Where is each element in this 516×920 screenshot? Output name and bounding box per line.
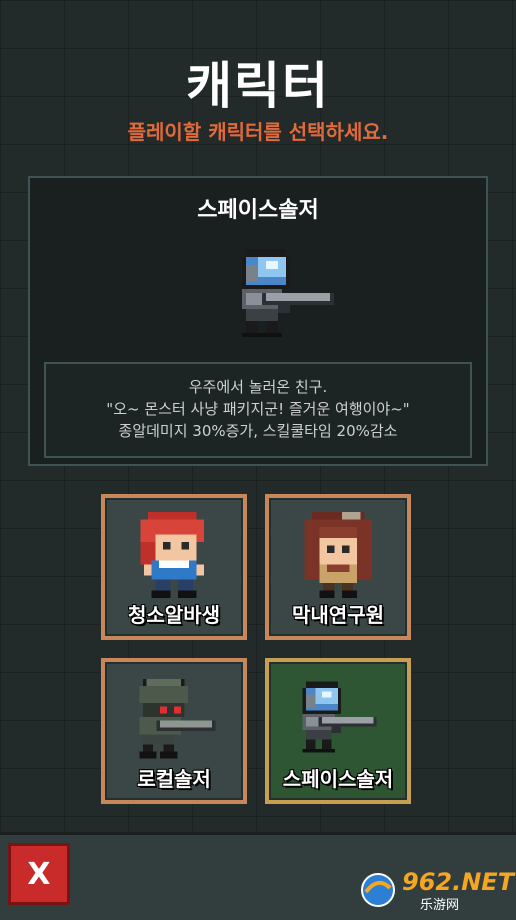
character-card-space-soldier[interactable]: 스페이스솔저 [265, 658, 411, 804]
character-detail-panel: 스페이스솔저 우주에서 놀러온 친구. "오~ 몬스터 사냥 패키지군! 즐거운… [28, 176, 488, 466]
character-card-label: 청소알바생 [128, 603, 220, 627]
character-card-label: 스페이스솔저 [282, 767, 394, 791]
space-soldier-preview-sprite [242, 249, 334, 337]
description-line: "오~ 몬스터 사냥 패키지군! 즐거운 여행이야~" [106, 400, 410, 418]
detail-character-name: 스페이스솔저 [197, 198, 319, 223]
description-line: 우주에서 놀러온 친구. [188, 378, 328, 396]
character-card-label: 막내연구원 [292, 603, 384, 627]
helmet-soldier-sprite [139, 678, 216, 759]
description-line: 종알데미지 30%증가, 스킬쿨타임 20%감소 [118, 422, 398, 440]
watermark-globe-icon [361, 873, 395, 907]
character-card-junior-researcher[interactable]: 막내연구원 [265, 494, 411, 640]
character-card-local-soldier[interactable]: 로컬솔저 [101, 658, 247, 804]
character-card-cleaning-parttimer[interactable]: 청소알바생 [101, 494, 247, 640]
close-icon: X [27, 856, 51, 892]
goggles-researcher-sprite [304, 511, 372, 598]
character-description-box: 우주에서 놀러온 친구. "오~ 몬스터 사냥 패키지군! 즐거운 여행이야~"… [44, 362, 472, 458]
watermark-subtitle: 乐游网 [420, 898, 460, 913]
page-title: 캐릭터 [186, 57, 330, 115]
close-button[interactable]: X [8, 843, 70, 905]
space-soldier-sprite [302, 681, 377, 753]
page-subtitle: 플레이할 캐릭터를 선택하세요. [127, 120, 389, 144]
watermark-brand: 962.NET [402, 868, 515, 896]
watermark-logo: 962.NET 乐游网 [358, 868, 514, 913]
character-card-label: 로컬솔저 [137, 767, 211, 791]
red-hair-girl-sprite [140, 511, 204, 598]
